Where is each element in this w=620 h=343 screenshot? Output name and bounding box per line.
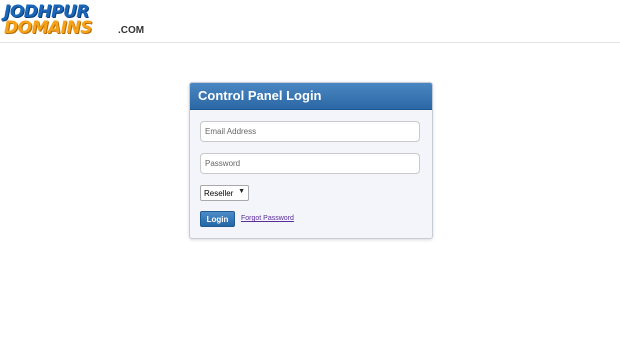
- login-panel-header: Control Panel Login: [190, 83, 432, 110]
- forgot-password-link[interactable]: Forgot Password: [241, 215, 294, 222]
- site-logo[interactable]: JODHPUR DOMAINS .COM: [4, 3, 144, 39]
- site-header: JODHPUR DOMAINS .COM: [0, 0, 620, 43]
- logo-text-line2: DOMAINS: [4, 18, 92, 38]
- logo-domain-suffix: .COM: [118, 25, 145, 36]
- login-button[interactable]: Login: [200, 211, 235, 227]
- chevron-down-icon: ▼: [238, 188, 245, 195]
- email-field[interactable]: [200, 121, 420, 142]
- login-title: Control Panel Login: [198, 88, 322, 103]
- role-select-value: Reseller: [204, 189, 234, 198]
- login-panel: Control Panel Login Reseller ▼ Login For…: [189, 82, 433, 239]
- role-select[interactable]: Reseller ▼: [200, 185, 249, 201]
- password-field[interactable]: [200, 153, 420, 174]
